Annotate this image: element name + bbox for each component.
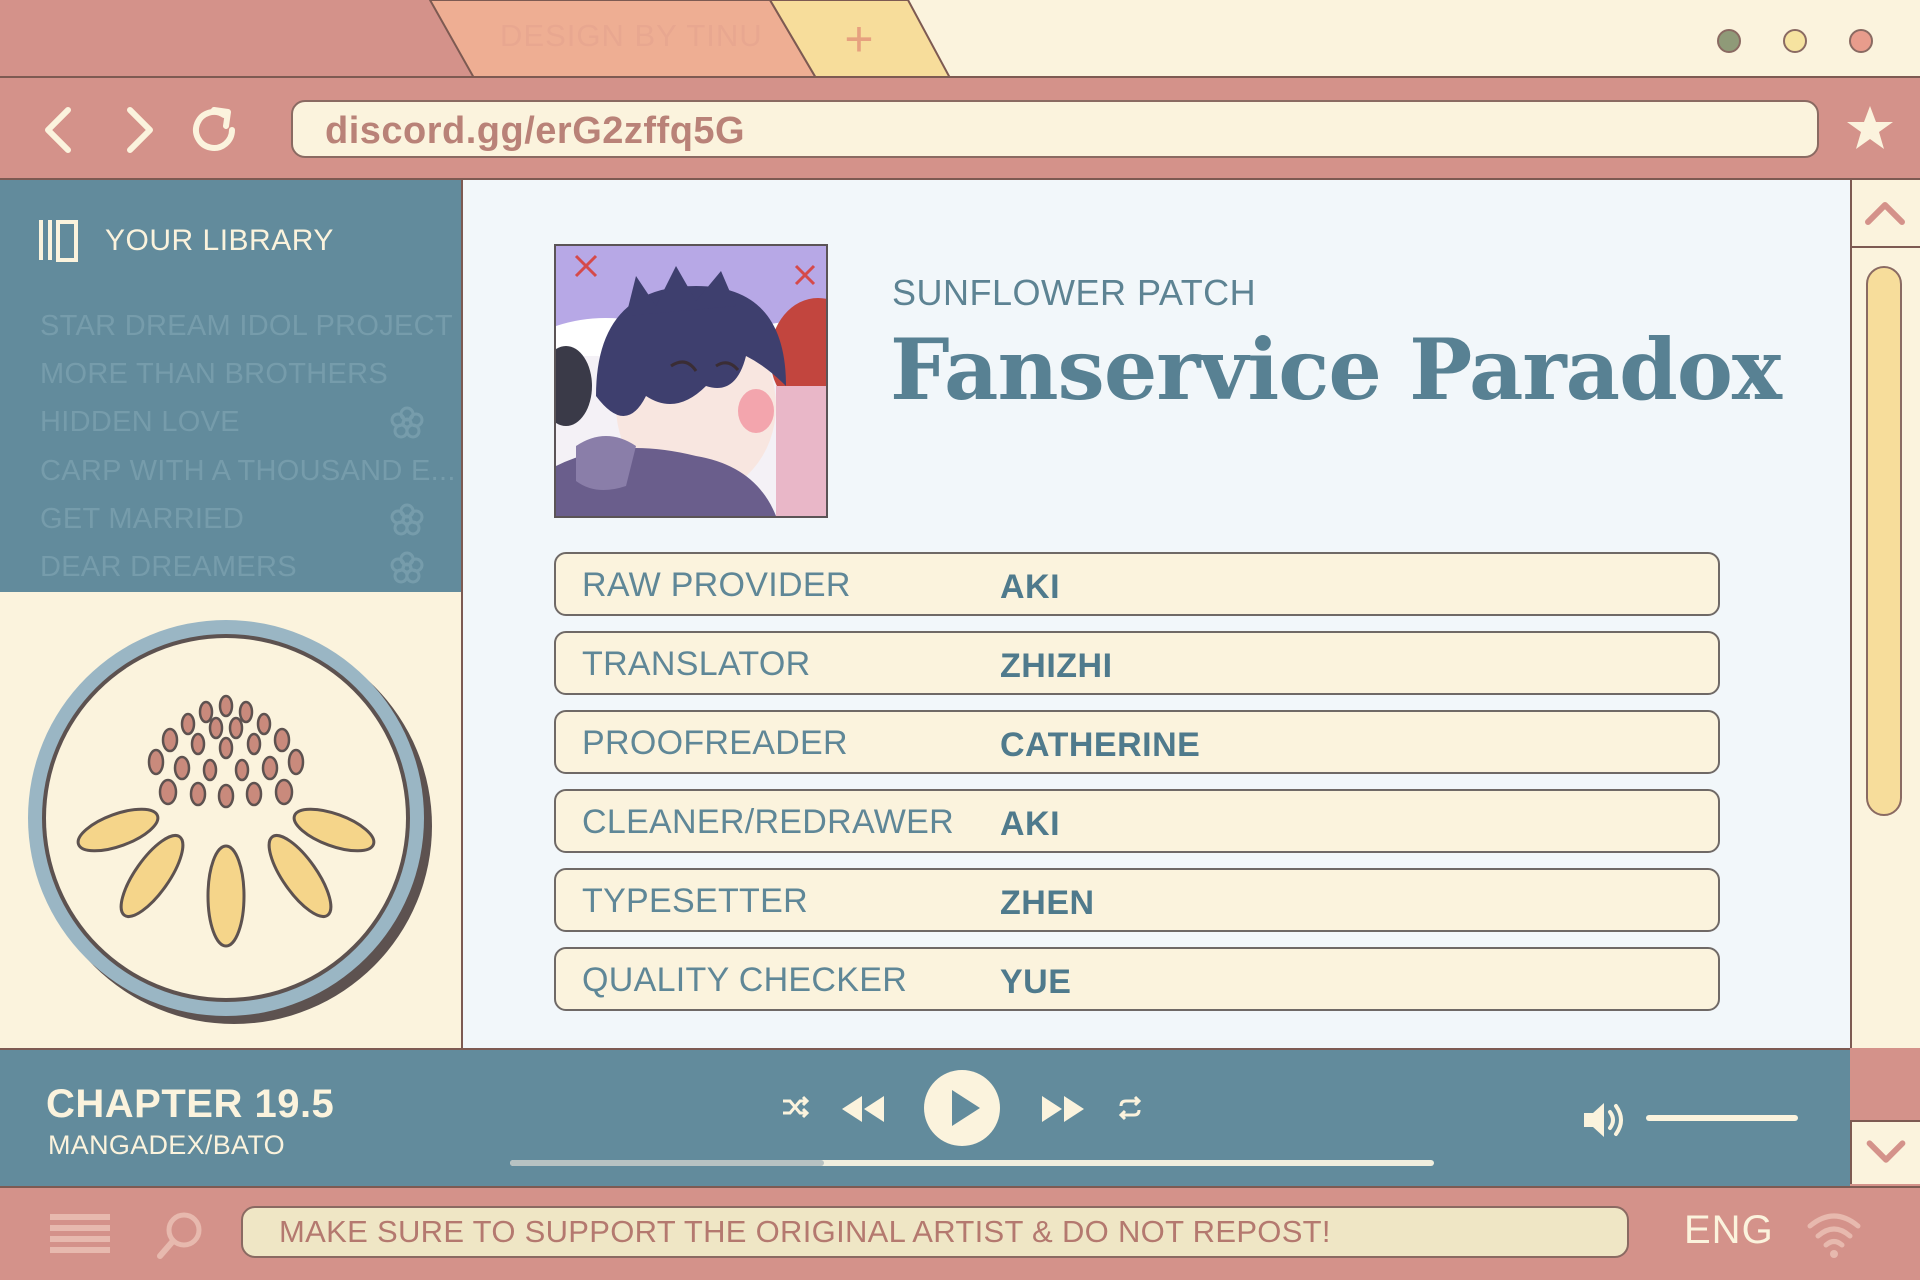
scroll-thumb[interactable] — [1866, 266, 1902, 816]
volume-icon[interactable] — [1580, 1098, 1630, 1142]
library-item[interactable]: STAR DREAM IDOL PROJECT — [40, 310, 453, 343]
chapter-label: CHAPTER 19.5 — [46, 1082, 335, 1126]
credit-row: TRANSLATOR ZHIZHI — [554, 631, 1720, 695]
library-item[interactable]: MORE THAN BROTHERS — [40, 358, 388, 391]
forward-icon[interactable] — [110, 100, 170, 160]
language-label[interactable]: ENG — [1684, 1208, 1774, 1253]
reload-icon[interactable] — [186, 100, 246, 160]
address-text[interactable]: discord.gg/erG2zffq5G — [325, 110, 745, 153]
scroll-down-icon[interactable] — [1850, 1120, 1920, 1184]
logo-panel — [0, 592, 462, 1048]
volume-slider[interactable] — [1646, 1115, 1798, 1121]
credit-name: AKI — [1000, 805, 1061, 843]
menu-icon[interactable] — [50, 1210, 110, 1258]
sunflower-logo — [28, 620, 432, 1024]
credit-role: TYPESETTER — [582, 882, 808, 920]
credit-role: QUALITY CHECKER — [582, 961, 908, 999]
flower-icon — [390, 503, 424, 536]
credit-row: RAW PROVIDER AKI — [554, 552, 1720, 616]
scroll-up-icon[interactable] — [1850, 180, 1920, 244]
back-icon[interactable] — [30, 100, 90, 160]
credit-name: YUE — [1000, 963, 1072, 1001]
cover-image — [554, 244, 828, 518]
window-dot-maximize[interactable] — [1783, 29, 1807, 53]
shuffle-icon[interactable] — [780, 1092, 810, 1122]
source-label: MANGADEX/BATO — [48, 1130, 285, 1160]
credit-row: QUALITY CHECKER YUE — [554, 947, 1720, 1011]
repeat-icon[interactable] — [1116, 1094, 1144, 1122]
fast-forward-icon[interactable] — [1040, 1092, 1086, 1126]
flower-icon — [390, 406, 424, 439]
library-item[interactable]: CARP WITH A THOUSAND E... — [40, 455, 456, 488]
notice-bar: MAKE SURE TO SUPPORT THE ORIGINAL ARTIST… — [241, 1206, 1629, 1258]
rewind-icon[interactable] — [840, 1092, 886, 1126]
progress-fill — [510, 1160, 825, 1166]
credit-role: CLEANER/REDRAWER — [582, 803, 954, 841]
credit-role: PROOFREADER — [582, 724, 848, 762]
library-sidebar: YOUR LIBRARY STAR DREAM IDOL PROJECT MOR… — [0, 180, 462, 592]
credit-name: CATHERINE — [1000, 726, 1201, 764]
address-bar[interactable]: discord.gg/erG2zffq5G — [291, 100, 1819, 158]
new-tab-button[interactable]: + — [826, 14, 892, 66]
library-title: YOUR LIBRARY — [105, 224, 334, 257]
credit-role: RAW PROVIDER — [582, 566, 851, 604]
tab-title[interactable]: DESIGN BY TINU — [500, 18, 762, 58]
credit-name: ZHIZHI — [1000, 647, 1113, 685]
credit-row: PROOFREADER CATHERINE — [554, 710, 1720, 774]
credit-name: ZHEN — [1000, 884, 1095, 922]
window-dot-minimize[interactable] — [1717, 29, 1741, 53]
credit-row: TYPESETTER ZHEN — [554, 868, 1720, 932]
wifi-icon[interactable] — [1806, 1208, 1862, 1260]
library-item[interactable]: HIDDEN LOVE — [40, 406, 240, 439]
notice-text: MAKE SURE TO SUPPORT THE ORIGINAL ARTIST… — [279, 1214, 1331, 1249]
library-item[interactable]: DEAR DREAMERS — [40, 551, 297, 584]
credit-name: AKI — [1000, 568, 1061, 606]
tab-strip-shapes — [0, 0, 1920, 78]
credit-row: CLEANER/REDRAWER AKI — [554, 789, 1720, 853]
library-icon — [39, 220, 78, 262]
series-title: Fanservice Paradox — [890, 320, 1782, 419]
flower-icon — [390, 551, 424, 584]
credit-role: TRANSLATOR — [582, 645, 811, 683]
play-icon[interactable] — [922, 1068, 1002, 1148]
search-icon[interactable] — [152, 1206, 210, 1264]
library-item[interactable]: GET MARRIED — [40, 503, 244, 536]
bookmark-star-icon[interactable] — [1842, 100, 1898, 156]
group-name: SUNFLOWER PATCH — [892, 272, 1257, 313]
window-dot-close[interactable] — [1849, 29, 1873, 53]
scrollbar-divider — [1852, 246, 1920, 248]
